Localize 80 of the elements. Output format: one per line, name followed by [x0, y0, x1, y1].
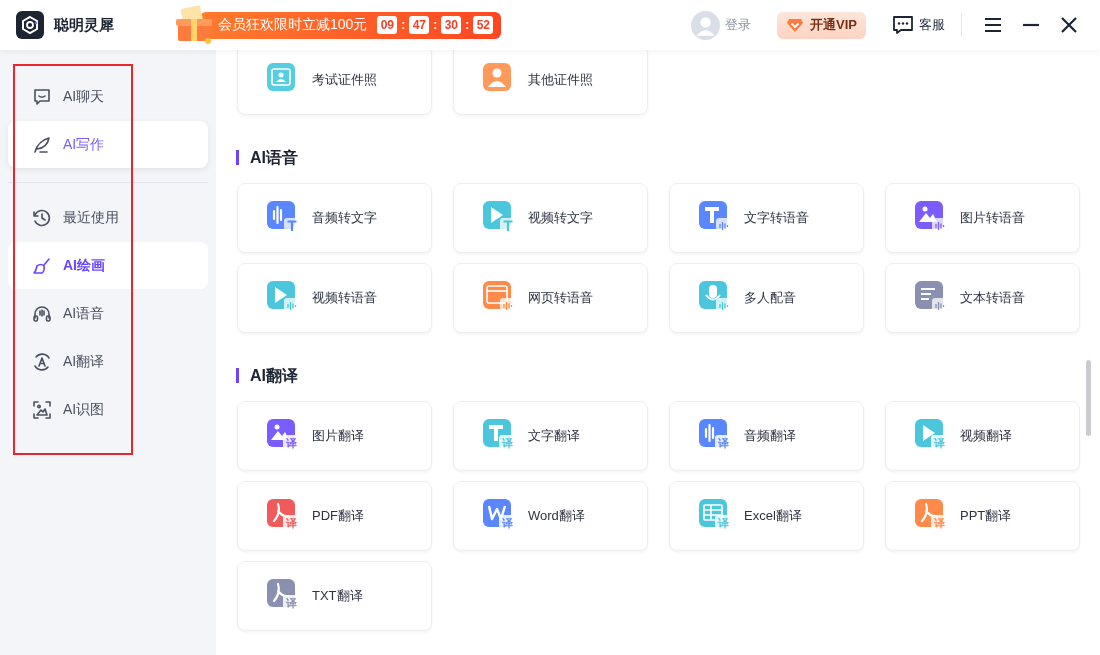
tool-label: Excel翻译	[744, 507, 802, 525]
promo-banner[interactable]: 会员狂欢限时立减100元 09 : 47 : 30 : 52	[200, 11, 502, 39]
diamond-icon	[786, 16, 805, 34]
countdown-separator: :	[433, 18, 438, 32]
translate-tag: 译	[931, 515, 948, 532]
translate-tag: 译	[715, 515, 732, 532]
brush-icon	[32, 255, 52, 276]
tool-label: 图片翻译	[312, 427, 364, 445]
tool-label: 视频翻译	[960, 427, 1012, 445]
vip-button[interactable]: 开通VIP	[777, 11, 866, 39]
tool-card[interactable]: 视频转语音	[237, 263, 432, 333]
sidebar-item[interactable]: AI写作	[8, 121, 208, 168]
tool-label: 视频转语音	[312, 289, 377, 307]
image-scan-icon	[32, 399, 52, 420]
tool-label: PPT翻译	[960, 507, 1012, 525]
tool-card[interactable]: 考试证件照	[237, 50, 432, 115]
tool-card[interactable]: 视频转文字	[453, 183, 648, 253]
tool-label: Word翻译	[528, 507, 585, 525]
app-logo-icon	[16, 11, 44, 39]
tool-label: 视频转文字	[528, 209, 593, 227]
tool-label: 文本转语音	[960, 289, 1025, 307]
sidebar-item[interactable]: AI聊天	[8, 73, 208, 120]
headset-icon	[32, 303, 52, 324]
tool-label: 文字转语音	[744, 209, 809, 227]
tool-card[interactable]: 网页转语音	[453, 263, 648, 333]
feather-icon	[32, 134, 52, 155]
countdown-separator: :	[401, 18, 406, 32]
tool-card[interactable]: 文字转语音	[669, 183, 864, 253]
close-icon[interactable]	[1060, 17, 1078, 33]
tool-card[interactable]: 译 TXT翻译	[237, 561, 432, 631]
tool-card[interactable]: 译 PPT翻译	[885, 481, 1080, 551]
tool-card[interactable]: 译 Word翻译	[453, 481, 648, 551]
sidebar-item[interactable]: AI识图	[8, 386, 208, 433]
app-name: 聪明灵犀	[54, 15, 114, 35]
tool-card[interactable]: 文本转语音	[885, 263, 1080, 333]
tool-label: 文字翻译	[528, 427, 580, 445]
chat-bubble-icon[interactable]	[892, 15, 914, 35]
tool-card[interactable]: 译 视频翻译	[885, 401, 1080, 471]
tool-label: 多人配音	[744, 289, 796, 307]
tool-card[interactable]: 译 文字翻译	[453, 401, 648, 471]
sidebar-item[interactable]: AI语音	[8, 290, 208, 337]
countdown-digits: 47	[409, 16, 430, 34]
tool-label: 图片转语音	[960, 209, 1025, 227]
sidebar-item[interactable]: AI绘画	[8, 242, 208, 289]
sidebar-item[interactable]: AI翻译	[8, 338, 208, 385]
translate-icon	[32, 351, 52, 372]
countdown-digits: 52	[473, 16, 494, 34]
tool-label: 音频转文字	[312, 209, 377, 227]
tool-label: TXT翻译	[312, 587, 363, 605]
tool-card[interactable]: 译 图片翻译	[237, 401, 432, 471]
translate-tag: 译	[283, 435, 300, 452]
translate-tag: 译	[715, 435, 732, 452]
tool-card[interactable]: 图片转语音	[885, 183, 1080, 253]
tool-label: 其他证件照	[528, 71, 593, 89]
history-icon	[32, 207, 52, 228]
tool-card[interactable]: 译 音频翻译	[669, 401, 864, 471]
chat-icon	[32, 86, 52, 107]
countdown-separator: :	[465, 18, 470, 32]
menu-icon[interactable]	[984, 17, 1002, 33]
tool-card[interactable]: 其他证件照	[453, 50, 648, 115]
translate-tag: 译	[499, 435, 516, 452]
scrollbar-thumb[interactable]	[1086, 360, 1091, 436]
tool-card[interactable]: 译 PDF翻译	[237, 481, 432, 551]
promo-text: 会员狂欢限时立减100元	[218, 16, 368, 34]
translate-tag: 译	[931, 435, 948, 452]
tool-card[interactable]: 译 Excel翻译	[669, 481, 864, 551]
translate-tag: 译	[283, 515, 300, 532]
tool-label: 网页转语音	[528, 289, 593, 307]
tool-label: 考试证件照	[312, 71, 377, 89]
countdown-digits: 30	[441, 16, 462, 34]
translate-tag: 译	[499, 515, 516, 532]
translate-tag: 译	[283, 595, 300, 612]
countdown-digits: 09	[377, 16, 398, 34]
support-link[interactable]: 客服	[919, 16, 945, 34]
section-title: AI语音	[236, 150, 1100, 165]
tool-card[interactable]: 多人配音	[669, 263, 864, 333]
tool-card[interactable]: 音频转文字	[237, 183, 432, 253]
tool-label: PDF翻译	[312, 507, 364, 525]
sidebar-item[interactable]: 最近使用	[8, 194, 208, 241]
tool-label: 音频翻译	[744, 427, 796, 445]
